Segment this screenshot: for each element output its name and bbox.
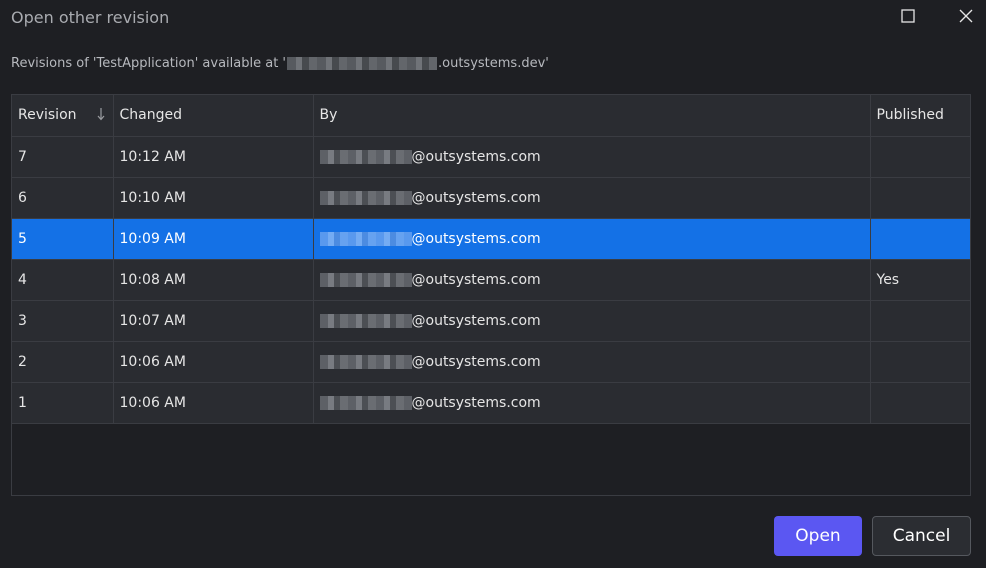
email-domain: @outsystems.com — [411, 394, 541, 411]
cell-published — [870, 382, 970, 424]
cell-revision: 2 — [12, 341, 114, 383]
cell-changed: 10:06 AM — [113, 382, 314, 424]
cell-published — [870, 300, 970, 342]
cell-published — [870, 341, 970, 383]
cell-published: Yes — [870, 259, 970, 301]
cell-revision: 4 — [12, 259, 114, 301]
close-icon — [959, 9, 973, 23]
cell-changed: 10:12 AM — [113, 136, 314, 178]
cancel-button[interactable]: Cancel — [872, 516, 971, 556]
cell-by: @outsystems.com — [313, 382, 871, 424]
redacted-username — [319, 395, 412, 410]
cell-changed: 10:09 AM — [113, 218, 314, 260]
subtitle-prefix: Revisions of 'TestApplication' available… — [11, 56, 286, 71]
column-header-changed[interactable]: Changed — [113, 95, 314, 137]
cell-by: @outsystems.com — [313, 136, 871, 178]
table-row[interactable]: 7 10:12 AM @outsystems.com — [12, 136, 970, 178]
table-row[interactable]: 1 10:06 AM @outsystems.com — [12, 382, 970, 424]
dialog-title: Open other revision — [11, 8, 170, 27]
redacted-username — [319, 149, 412, 164]
email-domain: @outsystems.com — [411, 312, 541, 329]
table-row[interactable]: 4 10:08 AM @outsystems.com Yes — [12, 259, 970, 301]
cell-changed: 10:10 AM — [113, 177, 314, 219]
redacted-username — [319, 354, 412, 369]
close-button[interactable] — [951, 2, 981, 30]
cell-published — [870, 218, 970, 260]
subtitle-suffix: .outsystems.dev' — [438, 56, 549, 71]
redacted-host — [287, 57, 437, 70]
redacted-username — [319, 272, 412, 287]
cell-by: @outsystems.com — [313, 218, 871, 260]
table-row[interactable]: 6 10:10 AM @outsystems.com — [12, 177, 970, 219]
cell-changed: 10:08 AM — [113, 259, 314, 301]
revisions-table: Revision Changed By Published 7 10:12 AM @… — [11, 94, 971, 496]
column-header-published[interactable]: Published — [870, 95, 970, 137]
cell-revision: 3 — [12, 300, 114, 342]
cell-revision: 6 — [12, 177, 114, 219]
cell-revision: 7 — [12, 136, 114, 178]
cell-by: @outsystems.com — [313, 177, 871, 219]
cell-published — [870, 136, 970, 178]
dialog-subtitle: Revisions of 'TestApplication' available… — [11, 56, 549, 71]
cell-revision: 1 — [12, 382, 114, 424]
cell-by: @outsystems.com — [313, 300, 871, 342]
sort-descending-icon — [97, 108, 104, 121]
cell-by: @outsystems.com — [313, 259, 871, 301]
table-row[interactable]: 3 10:07 AM @outsystems.com — [12, 300, 970, 342]
cell-changed: 10:07 AM — [113, 300, 314, 342]
cell-by: @outsystems.com — [313, 341, 871, 383]
open-button[interactable]: Open — [774, 516, 862, 556]
cell-revision: 5 — [12, 218, 114, 260]
table-row[interactable]: 5 10:09 AM @outsystems.com — [12, 218, 970, 260]
cell-changed: 10:06 AM — [113, 341, 314, 383]
table-row[interactable]: 2 10:06 AM @outsystems.com — [12, 341, 970, 383]
table-header-row: Revision Changed By Published — [12, 95, 970, 137]
email-domain: @outsystems.com — [411, 353, 541, 370]
email-domain: @outsystems.com — [411, 230, 541, 247]
maximize-button[interactable] — [893, 2, 923, 30]
open-revision-dialog: Open other revision Revisions of 'TestAp… — [0, 0, 986, 568]
email-domain: @outsystems.com — [411, 189, 541, 206]
redacted-username — [319, 190, 412, 205]
redacted-username — [319, 231, 412, 246]
column-header-revision[interactable]: Revision — [12, 95, 114, 137]
email-domain: @outsystems.com — [411, 148, 541, 165]
redacted-username — [319, 313, 412, 328]
column-header-by[interactable]: By — [313, 95, 871, 137]
cell-published — [870, 177, 970, 219]
maximize-icon — [901, 9, 915, 23]
email-domain: @outsystems.com — [411, 271, 541, 288]
